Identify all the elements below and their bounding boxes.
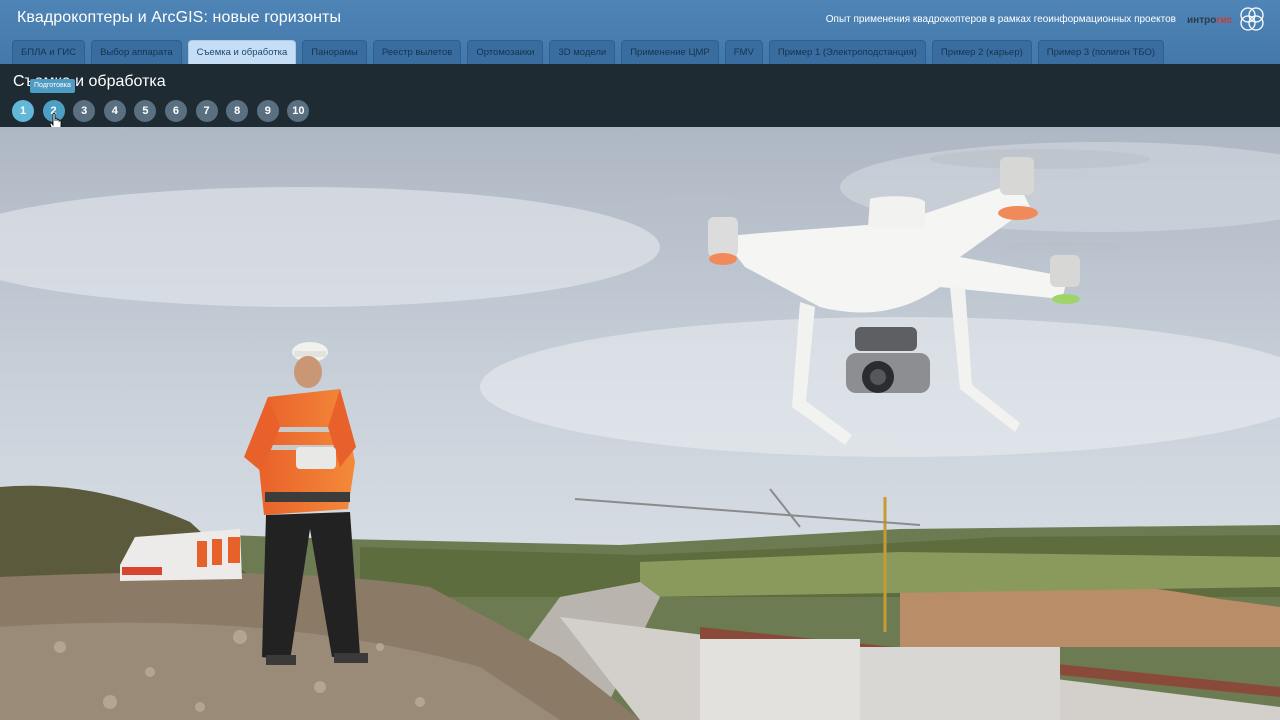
- logo-mark-icon: [1240, 7, 1264, 31]
- tab-flight-registry[interactable]: Реестр вылетов: [372, 40, 462, 64]
- tab-dem-usage[interactable]: Применение ЦМР: [621, 40, 719, 64]
- tab-panoramas[interactable]: Панорамы: [302, 40, 367, 64]
- step-3[interactable]: 3: [73, 100, 96, 122]
- main-tabs: БПЛА и ГИС Выбор аппарата Съемка и обраб…: [12, 40, 1165, 64]
- tab-example-1[interactable]: Пример 1 (Электроподстанция): [768, 40, 926, 64]
- app-title: Квадрокоптеры и ArcGIS: новые горизонты: [17, 9, 342, 26]
- step-9[interactable]: 9: [256, 100, 279, 122]
- tab-fmv[interactable]: FMV: [724, 40, 763, 64]
- tab-orthomosaics[interactable]: Ортомозаики: [467, 40, 544, 64]
- step-tooltip: Подготовка: [30, 79, 75, 93]
- tab-survey-processing[interactable]: Съемка и обработка: [187, 40, 297, 64]
- tab-device-choice[interactable]: Выбор аппарата: [91, 40, 182, 64]
- app-subtitle: Опыт применения квадрокоптеров в рамках …: [825, 14, 1176, 25]
- slide-photo: [0, 127, 1280, 720]
- step-1[interactable]: 1: [12, 100, 34, 122]
- app-header: Квадрокоптеры и ArcGIS: новые горизонты …: [0, 0, 1280, 64]
- tab-3d-models[interactable]: 3D модели: [549, 40, 616, 64]
- tab-example-3[interactable]: Пример 3 (полигон ТБО): [1037, 40, 1165, 64]
- step-6[interactable]: 6: [164, 100, 187, 122]
- company-logo[interactable]: интрогис: [1187, 4, 1269, 34]
- tab-example-2[interactable]: Пример 2 (карьер): [931, 40, 1032, 64]
- step-4[interactable]: 4: [103, 100, 126, 122]
- tab-uav-gis[interactable]: БПЛА и ГИС: [12, 40, 86, 64]
- step-10[interactable]: 10: [287, 100, 310, 122]
- step-7[interactable]: 7: [195, 100, 218, 122]
- step-8[interactable]: 8: [226, 100, 249, 122]
- drone-operator-illustration: [0, 127, 1280, 720]
- step-5[interactable]: 5: [134, 100, 157, 122]
- logo-text: интрогис: [1187, 15, 1233, 26]
